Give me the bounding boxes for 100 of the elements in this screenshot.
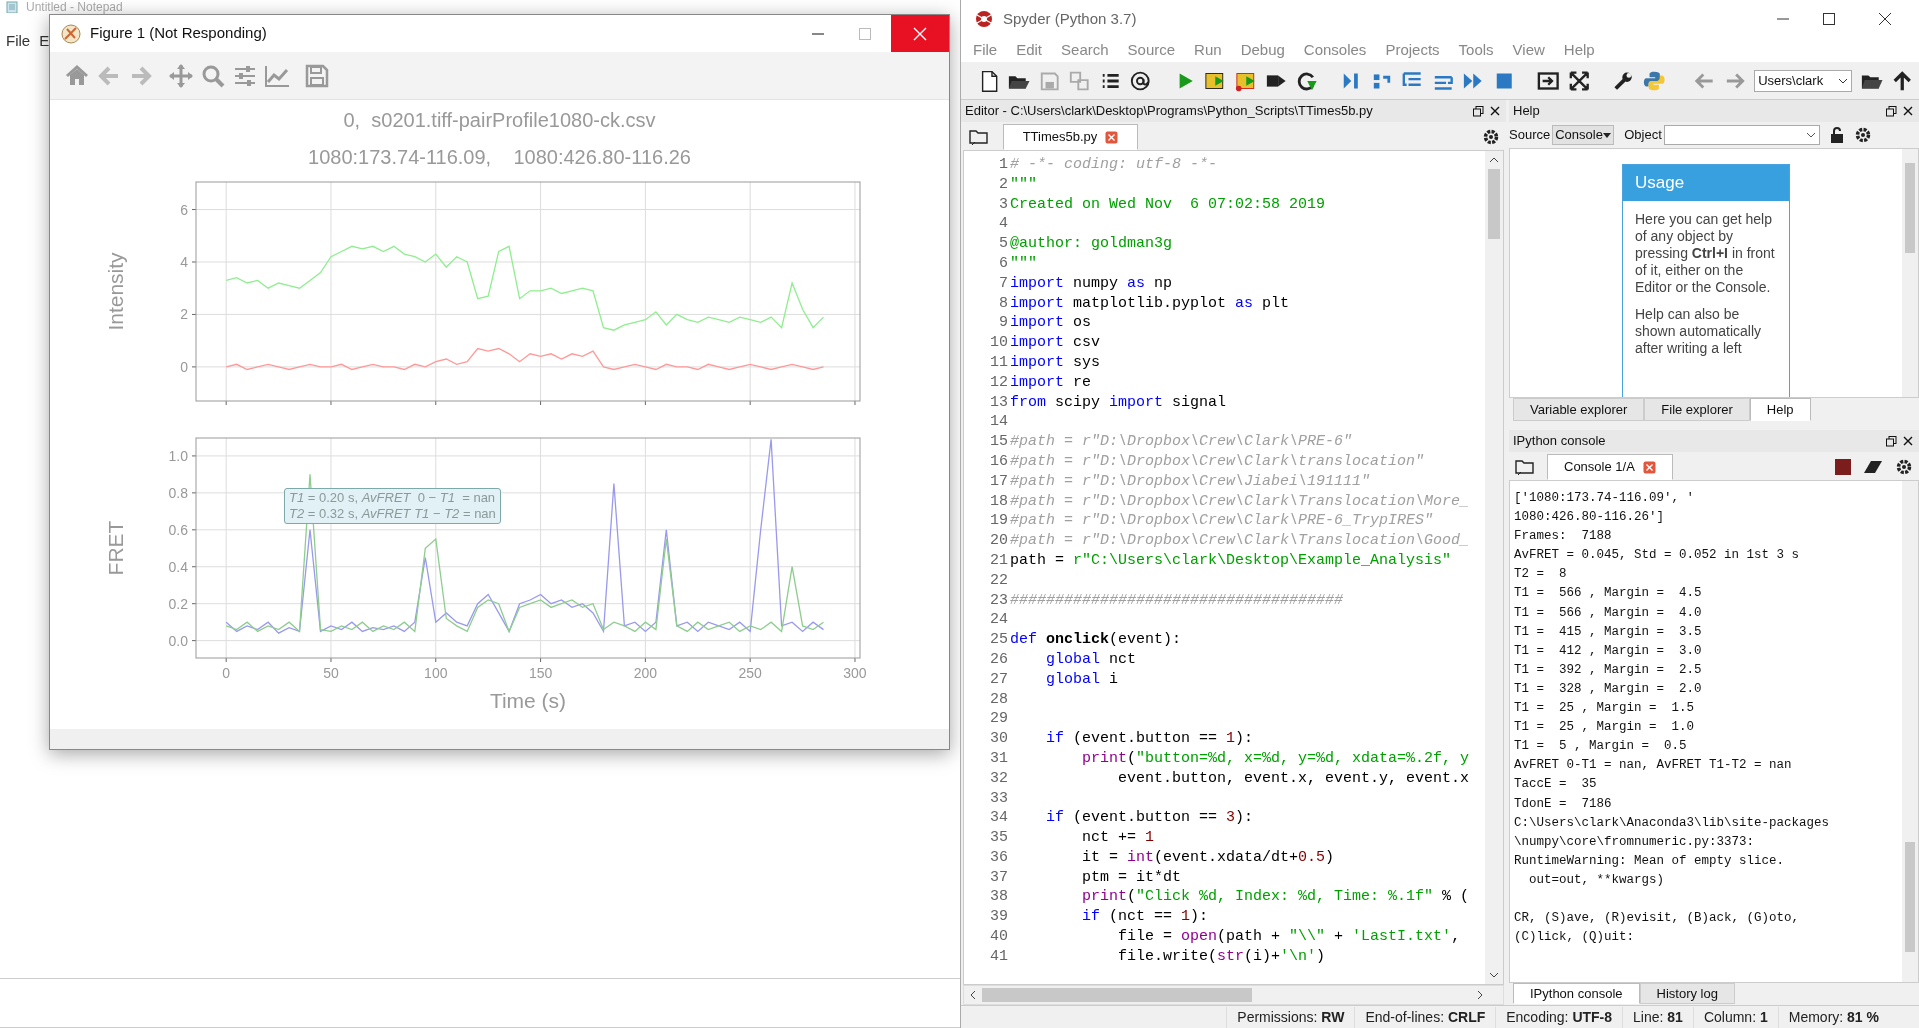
menu-item[interactable]: Help xyxy=(1563,38,1595,62)
eraser-icon[interactable] xyxy=(1863,459,1883,475)
vertical-scrollbar[interactable] xyxy=(1902,481,1918,982)
caret-icon[interactable] xyxy=(1838,77,1849,84)
console-line: 1080:426.80-116.26'] xyxy=(1514,509,1666,527)
line-number: 24 xyxy=(989,610,1008,631)
tab[interactable]: File explorer xyxy=(1644,398,1750,421)
line-number: 1 xyxy=(998,155,1008,175)
maximize-icon[interactable] xyxy=(1823,13,1835,25)
tick-label: 0.2 xyxy=(168,595,188,612)
move-icon[interactable] xyxy=(168,62,194,89)
scroll-right-icon[interactable] xyxy=(1477,990,1483,1000)
tick-label: 1.0 xyxy=(168,447,188,464)
line-number: 20 xyxy=(989,531,1008,551)
menu-item[interactable]: Source xyxy=(1127,38,1176,62)
code-line: global nct xyxy=(1045,649,1137,670)
menu-item[interactable]: File xyxy=(973,38,998,62)
code-line: print("button=%d, x=%d, y=%d, xdata=%.2f, y xyxy=(1081,748,1470,769)
code-line: @author: goldman3g xyxy=(1010,234,1173,254)
code-line: #path = r"D:\Dropbox\Crew\Clark\Translocation\More_ xyxy=(1010,491,1470,512)
scrollbar-thumb[interactable] xyxy=(1905,842,1915,952)
scrollbar-thumb[interactable] xyxy=(1488,169,1500,239)
menu-item[interactable]: Edit xyxy=(1016,38,1043,62)
annotation-text: T2 = 0.32 s, AvFRET T1 − T2 = nan xyxy=(289,506,496,522)
settings-icon[interactable] xyxy=(1895,458,1913,476)
fullscreen-icon[interactable] xyxy=(1567,68,1591,93)
field-label: Object xyxy=(1624,126,1662,145)
caret-icon[interactable] xyxy=(1805,132,1816,138)
pane-title: Editor - C:\Users\clark\Desktop\Programs\Python_Scripts\TTimes5b.py xyxy=(965,102,1374,121)
tick-label: 300 xyxy=(843,665,867,681)
menu-item[interactable]: Debug xyxy=(1240,38,1285,62)
code-line: #path = r"D:\Dropbox\Crew\Jiabei\191111" xyxy=(1010,471,1371,492)
menu-item[interactable]: Consoles xyxy=(1303,38,1367,62)
line-number: 16 xyxy=(989,451,1008,472)
line-number: 40 xyxy=(989,927,1008,947)
folder-icon[interactable] xyxy=(969,128,989,146)
line-number: 14 xyxy=(989,412,1008,433)
tab[interactable]: Variable explorer xyxy=(1513,398,1645,421)
scroll-left-icon[interactable] xyxy=(970,990,976,1000)
console-line: T1 = 415 , Margin = 3.5 xyxy=(1514,623,1703,641)
save-icon[interactable] xyxy=(304,62,330,89)
undock-icon[interactable] xyxy=(1886,105,1897,117)
console-line: T1 = 5 , Margin = 0.5 xyxy=(1514,738,1688,756)
close-icon[interactable] xyxy=(1879,13,1891,25)
tab[interactable]: Help xyxy=(1749,398,1811,421)
scrollbar-thumb[interactable] xyxy=(1905,163,1915,253)
code-line: import sys xyxy=(1010,352,1101,373)
horizontal-scrollbar[interactable] xyxy=(963,985,1504,1005)
menu-item[interactable]: Projects xyxy=(1385,38,1440,62)
pane-title: Help xyxy=(1513,102,1541,121)
line-number: 3 xyxy=(998,194,1008,215)
tab[interactable]: IPython console xyxy=(1513,983,1640,1004)
menu-item[interactable]: Run xyxy=(1194,38,1222,62)
tick-label: 6 xyxy=(180,201,188,218)
menu-item[interactable]: View xyxy=(1512,38,1545,62)
tick-label: 50 xyxy=(323,665,339,681)
line-number: 17 xyxy=(989,471,1008,492)
close-icon[interactable] xyxy=(1490,106,1500,116)
code-line: #path = r"D:\Dropbox\Crew\Clark\translocation" xyxy=(1010,451,1425,472)
line-number: 8 xyxy=(998,293,1008,314)
status-text: Memory: 81 % xyxy=(1777,1006,1889,1028)
tick-label: 4 xyxy=(180,254,188,270)
undock-icon[interactable] xyxy=(1473,105,1484,117)
scrollbar-thumb[interactable] xyxy=(982,988,1252,1002)
line-number: 5 xyxy=(998,234,1008,254)
tab[interactable]: TTimes5b.py xyxy=(1003,124,1138,150)
undock-icon[interactable] xyxy=(1886,435,1897,447)
line-number: 27 xyxy=(989,669,1008,690)
vertical-scrollbar[interactable] xyxy=(1485,151,1503,984)
code-line: import os xyxy=(1010,313,1092,334)
tick-label: 100 xyxy=(424,665,448,681)
menu-item[interactable]: Search xyxy=(1061,38,1109,62)
window-title: Untitled - Notepad xyxy=(26,0,123,14)
scroll-up-icon[interactable] xyxy=(1489,157,1499,163)
scroll-down-icon[interactable] xyxy=(1489,972,1499,978)
vertical-scrollbar[interactable] xyxy=(1902,149,1918,397)
code-line: from scipy import signal xyxy=(1010,392,1227,413)
window-title: Figure 1 (Not Responding) xyxy=(90,23,268,44)
menu-item[interactable]: Tools xyxy=(1458,38,1494,62)
directory-combobox[interactable]: Users\clark xyxy=(1754,69,1853,92)
figure-icon xyxy=(60,22,82,45)
line-number: 29 xyxy=(989,709,1008,730)
annotation-text: T1 = 0.20 s, AvFRET 0 − T1 = nan xyxy=(289,490,496,506)
line-number: 34 xyxy=(989,808,1008,829)
card-title: Usage xyxy=(1623,165,1789,201)
code-line: import re xyxy=(1010,372,1092,393)
menu-item[interactable]: E xyxy=(39,30,50,53)
menu-item[interactable]: File xyxy=(6,30,31,53)
tick-label: 0.8 xyxy=(168,484,188,501)
settings-icon[interactable] xyxy=(1482,128,1500,146)
axis-label: Time (s) xyxy=(489,689,567,712)
folder-icon[interactable] xyxy=(1515,458,1535,476)
unlock-icon[interactable] xyxy=(1829,127,1844,143)
source-dropdown[interactable]: Console xyxy=(1552,125,1615,145)
tab[interactable]: History log xyxy=(1639,983,1735,1004)
settings-icon[interactable] xyxy=(1853,126,1872,144)
close-icon[interactable] xyxy=(1903,106,1913,116)
tab[interactable]: Console 1/A xyxy=(1547,454,1673,480)
close-icon[interactable] xyxy=(1903,436,1913,446)
caret-icon[interactable] xyxy=(1603,132,1612,138)
